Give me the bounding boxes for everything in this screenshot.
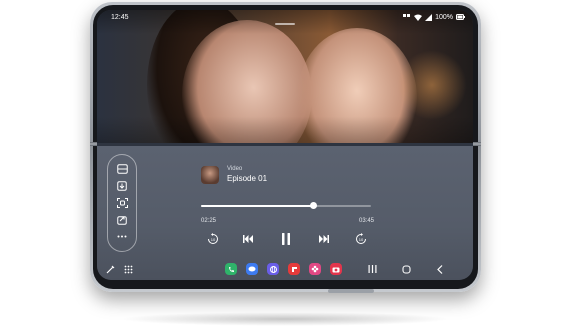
flipboard-app-icon[interactable] xyxy=(288,263,300,275)
gallery-app-icon[interactable] xyxy=(309,263,321,275)
more-icon[interactable] xyxy=(116,231,128,243)
device-shadow xyxy=(120,312,450,326)
apps-button[interactable] xyxy=(121,262,135,276)
back-button[interactable] xyxy=(433,262,447,276)
status-time: 12:45 xyxy=(111,13,129,21)
video-frame[interactable]: 12:45 100% xyxy=(97,10,473,143)
pause-button[interactable] xyxy=(277,230,295,248)
split-handle[interactable] xyxy=(275,23,295,25)
taskbar xyxy=(97,258,473,280)
apps-grid-icon xyxy=(124,265,132,273)
total-duration: 03:45 xyxy=(359,218,375,224)
svg-text:10: 10 xyxy=(211,237,216,242)
media-thumbnail xyxy=(201,166,219,184)
capture-icon[interactable] xyxy=(116,197,128,209)
previous-button[interactable] xyxy=(239,230,257,248)
signal-icon xyxy=(425,13,433,21)
camera-app-icon[interactable] xyxy=(330,263,342,275)
share-icon[interactable] xyxy=(116,214,128,226)
media-title: Episode 01 xyxy=(227,174,268,183)
rewind-10-icon: 10 xyxy=(208,233,218,244)
messages-app-icon[interactable] xyxy=(246,263,258,275)
forward-10-button[interactable]: 10 xyxy=(352,230,370,248)
phone-app-icon[interactable] xyxy=(225,263,237,275)
pen-icon xyxy=(106,265,114,273)
rewind-10-button[interactable]: 10 xyxy=(204,230,222,248)
seek-thumb[interactable] xyxy=(309,202,317,209)
taskbar-tool-button[interactable] xyxy=(103,262,117,276)
back-icon xyxy=(437,264,443,274)
media-app-label: Video xyxy=(227,166,243,172)
forward-10-icon: 10 xyxy=(356,233,366,244)
device-screen: 12:45 100% Video Episode 01 02:25 03:45 … xyxy=(97,10,473,280)
window-icon[interactable] xyxy=(116,163,128,175)
battery-icon xyxy=(456,14,465,20)
home-icon xyxy=(401,264,411,274)
elapsed-time: 02:25 xyxy=(201,218,217,224)
notification-icon xyxy=(403,14,411,17)
next-button[interactable] xyxy=(315,230,333,248)
flex-mode-toolbar xyxy=(107,154,137,252)
internet-app-icon[interactable] xyxy=(267,263,279,275)
screenshot-icon[interactable] xyxy=(116,180,128,192)
pause-icon xyxy=(282,233,290,245)
status-bar: 12:45 100% xyxy=(97,10,473,24)
side-key xyxy=(328,289,374,293)
svg-text:10: 10 xyxy=(359,237,364,242)
battery-percent: 100% xyxy=(435,13,453,21)
skip-previous-icon xyxy=(243,235,253,243)
seek-bar[interactable] xyxy=(201,202,371,209)
home-button[interactable] xyxy=(399,262,413,276)
wifi-icon xyxy=(414,14,423,21)
recents-icon xyxy=(368,265,376,273)
skip-next-icon xyxy=(319,235,329,243)
seek-bar-fill xyxy=(201,205,314,207)
recents-button[interactable] xyxy=(365,262,379,276)
